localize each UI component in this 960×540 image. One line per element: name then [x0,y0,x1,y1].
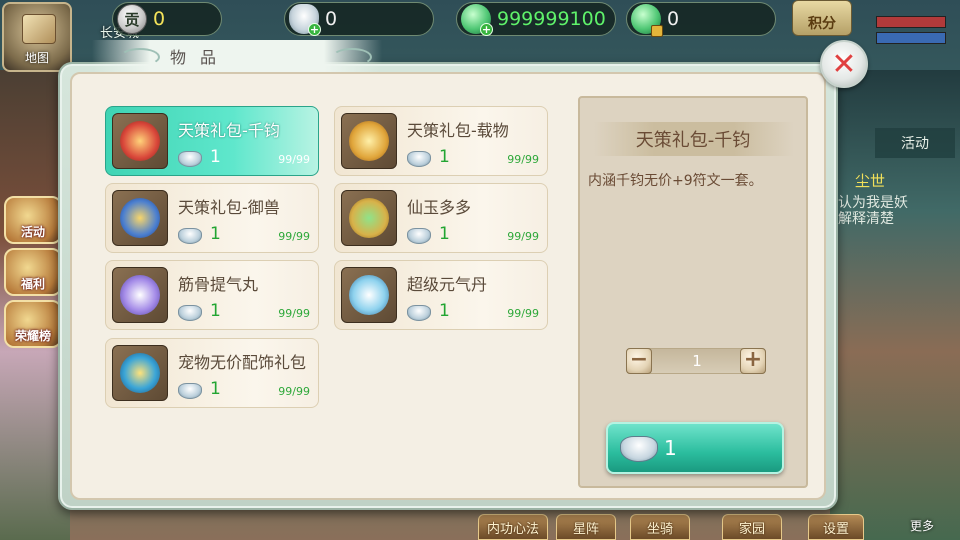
shop-item[interactable]: 天策礼包-御兽 1 99/99 [105,183,319,253]
item-name: 筋骨提气丸 [178,275,259,294]
item-stock: 99/99 [507,153,539,166]
silver-ingot-icon [407,151,431,167]
event-title: 尘世 [855,172,886,190]
detail-title: 天策礼包-千钧 [635,130,751,151]
close-icon: ✕ [831,46,857,82]
contribution-currency: 贡 0 [112,2,222,36]
decrease-quantity-button[interactable]: − [626,348,652,374]
inner-skill-button[interactable]: 内功心法 [478,514,548,540]
item-price: 1 [439,301,450,321]
silver-ingot-icon [407,305,431,321]
item-price: 1 [210,224,221,244]
map-label: 地图 [24,51,49,65]
gift-pack-gold-icon [341,113,397,169]
item-stock: 99/99 [507,307,539,320]
points-button[interactable]: 积分 [792,0,852,36]
silver-ingot-icon: + [289,4,321,36]
add-silver-button[interactable]: + [308,23,321,36]
jade-value: 999999100 [497,8,606,30]
decor-swirl-right [332,48,372,66]
item-stock: 99/99 [507,230,539,243]
ranking-side-label: 荣耀榜 [14,329,51,343]
mp-bar [876,32,946,44]
bound-jade-currency: 0 [626,2,776,37]
event-line-2: 解释清楚 [838,211,894,227]
purple-pill-icon [112,267,168,323]
item-price: 1 [439,224,450,244]
map-icon [22,14,56,44]
tab-items[interactable]: 物品 [170,44,230,68]
shop-item[interactable]: 宠物无价配饰礼包 1 99/99 [105,338,319,408]
buy-price: 1 [664,436,677,460]
item-stock: 99/99 [278,230,310,243]
quantity-stepper: − 1 + [626,348,766,374]
pet-gift-icon [112,345,168,401]
item-price: 1 [439,147,450,167]
silver-ingot-icon [178,305,202,321]
gift-pack-red-icon [112,113,168,169]
item-detail-pane: 天策礼包-千钧 内涵千钧无价+9符文一套。 − 1 + 1 [578,96,808,488]
silver-ingot-icon [178,383,202,399]
contribution-coin-icon: 贡 [117,4,147,34]
jade-icon: + [461,4,493,36]
silver-ingot-icon [407,228,431,244]
item-stock: 99/99 [278,307,310,320]
map-button[interactable]: 地图 [2,2,72,72]
more-label: 更多 [909,519,934,533]
shop-item[interactable]: 超级元气丹 1 99/99 [334,260,548,330]
item-price: 1 [210,379,221,399]
more-button[interactable]: 更多 [894,494,950,534]
shop-item[interactable]: 天策礼包-千钧 1 99/99 [105,106,319,176]
hp-bar [876,16,946,28]
item-stock: 99/99 [278,153,310,166]
silver-ingot-icon [620,436,658,462]
silver-ingot-icon [178,228,202,244]
locked-jade-icon [631,4,663,37]
blue-orb-icon [341,267,397,323]
quantity-value[interactable]: 1 [653,352,741,370]
star-formation-button[interactable]: 星阵 [556,514,616,540]
item-price: 1 [210,301,221,321]
silver-currency: + 0 [284,2,434,36]
buy-button[interactable]: 1 [606,422,784,474]
lock-icon [651,25,663,37]
jade-bag-icon [341,190,397,246]
item-name: 天策礼包-千钧 [178,121,280,140]
mount-button[interactable]: 坐骑 [630,514,690,540]
silver-value: 0 [325,8,338,30]
shop-item[interactable]: 仙玉多多 1 99/99 [334,183,548,253]
item-name: 天策礼包-载物 [407,121,509,140]
item-stock: 99/99 [278,385,310,398]
bound-jade-value: 0 [667,8,680,30]
item-name: 宠物无价配饰礼包 [178,353,307,372]
increase-quantity-button[interactable]: + [740,348,766,374]
welfare-side-button[interactable]: 福利 [4,248,62,296]
shop-item[interactable]: 筋骨提气丸 1 99/99 [105,260,319,330]
activity-side-button[interactable]: 活动 [4,196,62,244]
home-button[interactable]: 家园 [722,514,782,540]
status-bars [876,16,946,48]
jade-currency: + 999999100 [456,2,616,36]
contribution-glyph: 贡 [124,10,140,29]
settings-button[interactable]: 设置 [808,514,864,540]
silver-ingot-icon [178,151,202,167]
item-name: 超级元气丹 [407,275,488,294]
activity-side-label: 活动 [20,225,45,239]
item-price: 1 [210,147,221,167]
item-name: 仙玉多多 [407,198,472,217]
close-button[interactable]: ✕ [820,40,868,88]
welfare-side-label: 福利 [20,277,45,291]
decor-swirl-left [120,48,160,66]
add-jade-button[interactable]: + [480,23,493,36]
activity-tab[interactable]: 活动 [875,128,955,158]
ranking-side-button[interactable]: 荣耀榜 [4,300,62,348]
shop-item[interactable]: 天策礼包-载物 1 99/99 [334,106,548,176]
item-name: 天策礼包-御兽 [178,198,280,217]
points-label: 积分 [808,16,836,32]
gift-pack-blue-icon [112,190,168,246]
detail-description: 内涵千钧无价+9符文一套。 [588,173,763,189]
contribution-value: 0 [153,8,166,30]
